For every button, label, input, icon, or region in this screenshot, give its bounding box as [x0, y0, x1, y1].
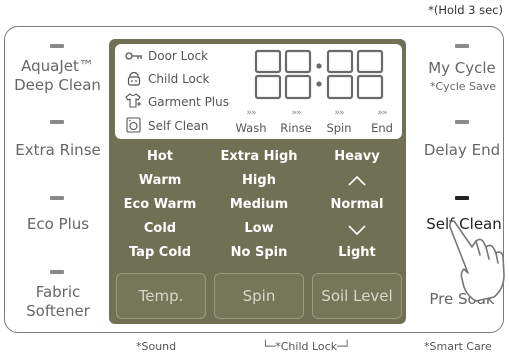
soil-down-chevron-icon	[348, 225, 366, 235]
temp-option-cold: Cold	[143, 221, 177, 236]
softener-label: Softener	[26, 302, 90, 320]
sound-note: *Sound	[136, 340, 177, 353]
aquajet-deep-clean-button[interactable]: AquaJet™ Deep Clean	[10, 57, 105, 95]
spin-option-high: High	[242, 173, 276, 188]
fabric-softener-indicator	[50, 270, 64, 274]
door-lock-label: Door Lock	[148, 49, 209, 63]
delay-end-indicator	[455, 120, 469, 124]
delay-end-button[interactable]: Delay End	[412, 141, 509, 160]
child-lock-note: └─*Child Lock─┘	[262, 340, 350, 353]
extra-rinse-button[interactable]: Extra Rinse	[8, 141, 108, 160]
cycle-save-note: *Cycle Save	[430, 80, 497, 93]
hold-note: *(Hold 3 sec)	[428, 3, 503, 17]
self-clean-indicator	[455, 196, 469, 200]
temp-option-warm: Warm	[138, 173, 182, 188]
wash-chevron-icon: »»	[246, 108, 256, 118]
my-cycle-button[interactable]: My Cycle	[412, 59, 509, 78]
bracket-left: └─	[262, 340, 276, 353]
bracket-right: ─┘	[337, 340, 351, 353]
self-clean-status-label: Self Clean	[148, 119, 209, 133]
soil-level-button[interactable]: Soil Level	[312, 273, 402, 319]
fabric-softener-button[interactable]: Fabric Softener	[8, 283, 108, 321]
hand-pointer-icon	[449, 220, 505, 302]
spin-option-low: Low	[244, 221, 274, 236]
deep-clean-label: Deep Clean	[14, 76, 101, 94]
child-lock-label: Child Lock	[148, 72, 210, 86]
eco-plus-indicator	[50, 196, 64, 200]
temp-button[interactable]: Temp.	[116, 273, 206, 319]
end-chevron-icon: »»	[377, 108, 387, 118]
spin-option-medium: Medium	[229, 197, 289, 212]
spin-option-no-spin: No Spin	[230, 245, 288, 260]
eco-plus-button[interactable]: Eco Plus	[8, 215, 108, 234]
temp-option-tap-cold: Tap Cold	[128, 245, 192, 260]
soil-option-light: Light	[338, 245, 376, 260]
child-lock-icon	[127, 71, 141, 86]
aquajet-label: AquaJet™	[21, 57, 94, 75]
smart-care-note: *Smart Care	[424, 340, 492, 353]
spin-option-extra-high: Extra High	[220, 149, 298, 164]
time-digits-display	[254, 49, 384, 100]
fabric-label: Fabric	[35, 283, 81, 301]
stage-wash: Wash	[235, 121, 267, 135]
self-clean-icon	[126, 117, 141, 133]
soil-option-normal: Normal	[330, 197, 384, 212]
my-cycle-indicator	[455, 44, 469, 48]
spin-button[interactable]: Spin	[214, 273, 304, 319]
key-icon	[125, 52, 142, 60]
temp-option-eco-warm: Eco Warm	[123, 197, 197, 212]
soil-up-chevron-icon	[348, 176, 366, 186]
child-lock-note-label: *Child Lock	[275, 340, 338, 353]
temp-option-hot: Hot	[146, 149, 174, 164]
garment-plus-icon	[125, 93, 141, 108]
extra-rinse-indicator	[50, 120, 64, 124]
garment-plus-label: Garment Plus	[148, 95, 229, 109]
soil-option-heavy: Heavy	[334, 149, 380, 164]
stage-end: End	[371, 121, 393, 135]
aquajet-indicator	[50, 44, 64, 48]
